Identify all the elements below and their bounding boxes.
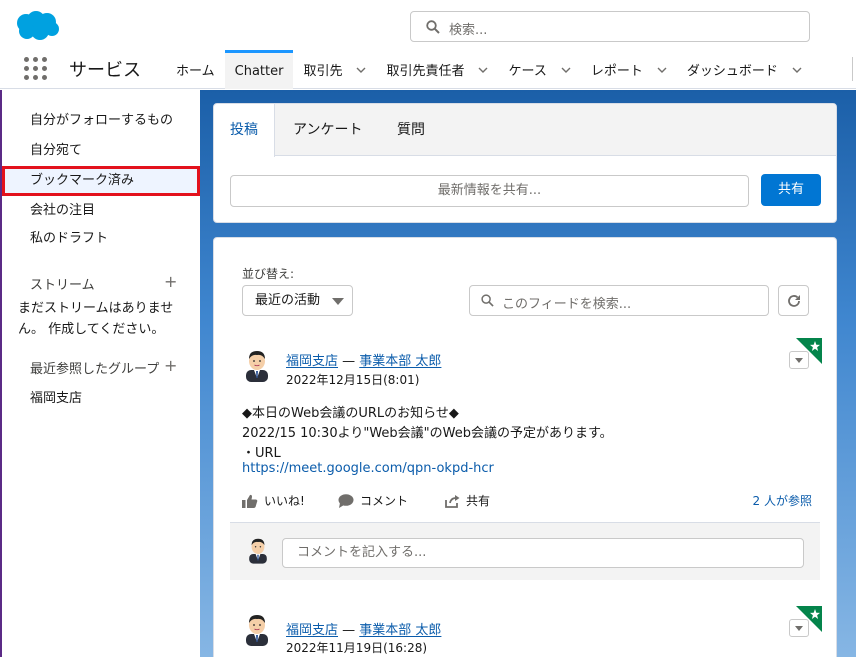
publisher-card: 投稿 アンケート 質問 最新情報を共有... 共有: [213, 103, 837, 223]
author-separator: —: [338, 354, 360, 369]
recent-groups-heading: 最近参照したグループ: [30, 362, 160, 377]
post-author-link[interactable]: 事業本部 太郎: [359, 623, 441, 638]
feed-search-placeholder: このフィードを検索...: [502, 297, 632, 312]
publisher-tabs: 投稿 アンケート 質問: [214, 104, 836, 157]
add-group-plus-icon[interactable]: +: [164, 356, 177, 375]
comment-area: コメントを記入する...: [230, 522, 820, 580]
thumbs-up-icon: [242, 494, 258, 508]
app-name: サービス: [69, 60, 141, 81]
author-separator: —: [338, 623, 360, 638]
post-menu-button[interactable]: [789, 351, 809, 369]
comment-label: コメント: [360, 494, 409, 508]
comment-button[interactable]: コメント: [338, 492, 408, 509]
nav-bar: ホーム Chatter 取引先 取引先責任者 ケース レポート ダッシュボード: [166, 50, 812, 89]
sort-label: 並び替え:: [242, 267, 295, 281]
nav-tab-home[interactable]: ホーム: [166, 50, 225, 89]
post-body-line: ・URL: [242, 446, 281, 461]
tab-poll[interactable]: アンケート: [277, 104, 378, 156]
post-author-line: 福岡支店 — 事業本部 太郎: [286, 350, 441, 369]
feed-card: 並び替え: 最近の活動 このフィードを検索... 福岡支店 — 事業本部 太郎 …: [213, 237, 837, 657]
global-search-placeholder: 検索...: [449, 23, 488, 38]
chevron-down-icon[interactable]: [478, 65, 488, 75]
nav-tab-label: 取引先責任者: [386, 64, 465, 79]
sidebar-item-bookmarked[interactable]: ブックマーク済み: [2, 166, 200, 196]
nav-tab-contacts[interactable]: 取引先責任者: [376, 50, 498, 89]
sidebar-item-company-highlights[interactable]: 会社の注目: [2, 196, 200, 226]
share-arrow-icon: [445, 494, 460, 508]
caret-down-icon: [795, 358, 803, 363]
recent-group-link[interactable]: 福岡支店: [30, 387, 82, 406]
user-avatar-icon[interactable]: [242, 348, 272, 382]
sort-select-value: 最近の活動: [255, 293, 321, 308]
tab-question[interactable]: 質問: [381, 104, 441, 156]
nav-tab-label: レポート: [590, 64, 643, 79]
like-label: いいね!: [264, 494, 305, 508]
streams-empty-message: まだストリームはありません。 作成してください。: [18, 301, 174, 337]
salesforce-cloud-logo-icon[interactable]: [14, 10, 62, 42]
nav-tab-accounts[interactable]: 取引先: [293, 50, 376, 89]
nav-tab-label: Chatter: [234, 63, 284, 79]
share-label: 共有: [466, 494, 491, 508]
caret-down-icon: [795, 626, 803, 631]
main-content: 投稿 アンケート 質問 最新情報を共有... 共有 並び替え: 最近の活動 この…: [200, 90, 856, 657]
post-timestamp[interactable]: 2022年11月19日(16:28): [286, 639, 427, 656]
nav-tab-label: ホーム: [176, 64, 215, 79]
nav-tab-dashboards[interactable]: ダッシュボード: [677, 50, 812, 89]
current-user-avatar-icon: [249, 538, 267, 564]
chevron-down-icon[interactable]: [792, 65, 802, 75]
chevron-down-icon[interactable]: [356, 65, 366, 75]
post-url-link[interactable]: https://meet.google.com/qpn-okpd-hcr: [242, 461, 494, 476]
add-stream-plus-icon[interactable]: +: [164, 272, 177, 291]
app-launcher-icon[interactable]: [24, 57, 48, 81]
post-actions: いいね! コメント 共有 2 人が参照: [242, 492, 812, 512]
views-count-link[interactable]: 2 人が参照: [753, 492, 812, 509]
share-post-button[interactable]: 共有: [444, 492, 490, 509]
caret-down-icon: [332, 298, 344, 305]
global-search-input[interactable]: 検索...: [410, 11, 810, 42]
comment-bubble-icon: [338, 493, 354, 508]
post-group-link[interactable]: 福岡支店: [286, 354, 338, 369]
search-icon: [426, 20, 440, 34]
post-body-line: 2022/15 10:30より"Web会議"のWeb会議の予定があります。: [242, 426, 613, 441]
sidebar-item-my-drafts[interactable]: 私のドラフト: [2, 224, 200, 254]
chevron-down-icon[interactable]: [561, 65, 571, 75]
post-author-link[interactable]: 事業本部 太郎: [359, 354, 441, 369]
nav-tab-label: ダッシュボード: [686, 64, 778, 79]
sidebar-item-to-me[interactable]: 自分宛て: [2, 136, 200, 166]
nav-overflow-divider: [852, 57, 853, 81]
share-button[interactable]: 共有: [761, 174, 821, 206]
global-header: 検索... サービス ホーム Chatter 取引先 取引先責任者 ケース レポ…: [0, 0, 856, 89]
sidebar-item-following[interactable]: 自分がフォローするもの: [2, 106, 200, 136]
like-button[interactable]: いいね!: [242, 492, 305, 509]
nav-tab-label: 取引先: [303, 64, 343, 79]
comment-input[interactable]: コメントを記入する...: [282, 538, 804, 568]
post-timestamp[interactable]: 2022年12月15日(8:01): [286, 371, 419, 388]
user-avatar-icon[interactable]: [242, 612, 272, 646]
post-group-link[interactable]: 福岡支店: [286, 623, 338, 638]
share-update-input[interactable]: 最新情報を共有...: [230, 175, 749, 207]
post-body-line: ◆本日のWeb会議のURLのお知らせ◆: [242, 406, 459, 421]
feed-search-input[interactable]: このフィードを検索...: [469, 285, 769, 316]
post-menu-button[interactable]: [789, 619, 809, 637]
nav-tab-label: ケース: [508, 64, 547, 79]
refresh-button[interactable]: [778, 285, 809, 316]
streams-heading: ストリーム: [30, 278, 95, 293]
sort-select[interactable]: 最近の活動: [242, 285, 353, 316]
nav-tab-chatter[interactable]: Chatter: [224, 50, 294, 89]
chevron-down-icon[interactable]: [657, 65, 667, 75]
post-author-line: 福岡支店 — 事業本部 太郎: [286, 619, 441, 638]
chatter-sidebar: 自分がフォローするもの 自分宛て ブックマーク済み 会社の注目 私のドラフト ス…: [0, 90, 200, 657]
nav-tab-cases[interactable]: ケース: [498, 50, 580, 89]
nav-tab-reports[interactable]: レポート: [581, 50, 677, 89]
tab-post[interactable]: 投稿: [214, 104, 275, 157]
search-icon: [481, 294, 494, 307]
refresh-icon: [788, 295, 800, 307]
